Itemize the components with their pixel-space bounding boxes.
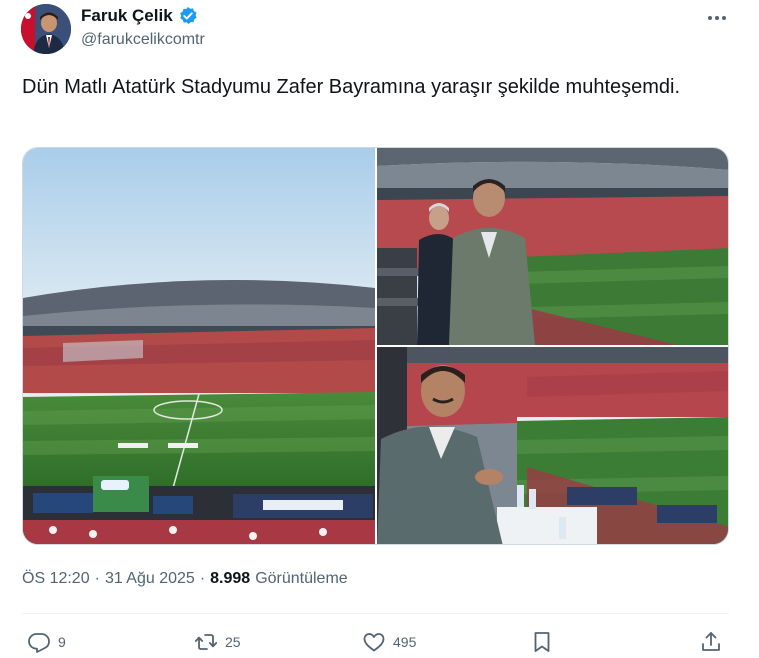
media-grid [22,147,729,545]
heart-icon [362,630,386,654]
reply-icon [27,630,51,654]
avatar[interactable] [21,4,71,54]
more-options-icon[interactable] [700,8,734,28]
verified-badge-icon [178,6,198,26]
man-in-stands-photo[interactable] [377,148,728,345]
author-name-row[interactable]: Faruk Çelik [81,6,198,26]
like-count: 495 [393,634,417,650]
stadium-wide-view-photo[interactable] [23,148,375,544]
tweet-date[interactable]: 31 Ağu 2025 [105,570,195,588]
meta-separator: · [199,570,206,587]
share-icon [699,630,723,654]
man-in-vip-box-photo[interactable] [377,347,728,544]
tweet-text: Dün Matlı Atatürk Stadyumu Zafer Bayramı… [22,76,681,98]
tweet-metadata: ÖS 12:20 · 31 Ağu 2025 · 8.998 Görüntüle… [22,570,348,588]
action-bar: 9 25 495 [0,628,759,658]
share-button[interactable] [699,630,723,654]
tweet-card: Faruk Çelik @farukcelikcomtr Dün Matlı A… [0,0,759,658]
repost-button[interactable]: 25 [194,630,241,654]
handle[interactable]: @farukcelikcomtr [81,31,205,49]
repost-icon [194,630,218,654]
meta-separator: · [94,570,100,587]
divider [22,613,729,614]
bookmark-button[interactable] [530,630,554,654]
repost-count: 25 [225,634,241,650]
reply-button[interactable]: 9 [27,630,66,654]
like-button[interactable]: 495 [362,630,416,654]
display-name[interactable]: Faruk Çelik [81,6,173,26]
tweet-time[interactable]: ÖS 12:20 [22,570,90,588]
views-count: 8.998 [210,570,251,587]
bookmark-icon [530,630,554,654]
views-label: Görüntüleme [255,570,348,587]
reply-count: 9 [58,634,66,650]
